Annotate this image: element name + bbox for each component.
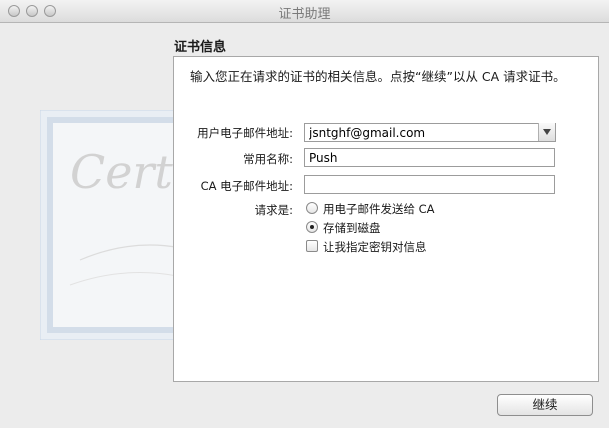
ca-email-field[interactable] — [304, 175, 555, 194]
email-field[interactable] — [304, 123, 556, 142]
request-label: 请求是: — [254, 203, 293, 217]
save-to-disk-radio[interactable] — [306, 221, 318, 233]
specify-key-pair-label[interactable]: 让我指定密钥对信息 — [323, 239, 427, 255]
intro-text: 输入您正在请求的证书的相关信息。点按“继续”以从 CA 请求证书。 — [190, 69, 566, 84]
save-to-disk-label[interactable]: 存储到磁盘 — [323, 220, 381, 236]
chevron-down-icon — [543, 129, 551, 135]
ca-email-label: CA 电子邮件地址: — [200, 179, 293, 193]
email-to-ca-radio[interactable] — [306, 202, 318, 214]
specify-key-pair-checkbox[interactable] — [306, 240, 318, 252]
window-title: 证书助理 — [278, 7, 331, 22]
title-bar: 证书助理 — [0, 0, 609, 23]
common-name-field[interactable] — [304, 148, 555, 167]
email-dropdown-button[interactable] — [538, 123, 555, 141]
email-label: 用户电子邮件地址: — [197, 126, 293, 140]
section-title: 证书信息 — [174, 40, 227, 55]
radio-selected-dot — [310, 225, 314, 229]
common-name-label: 常用名称: — [243, 152, 293, 166]
continue-button[interactable]: 继续 — [497, 394, 593, 416]
email-to-ca-label[interactable]: 用电子邮件发送给 CA — [323, 201, 435, 217]
form-panel — [173, 56, 599, 382]
